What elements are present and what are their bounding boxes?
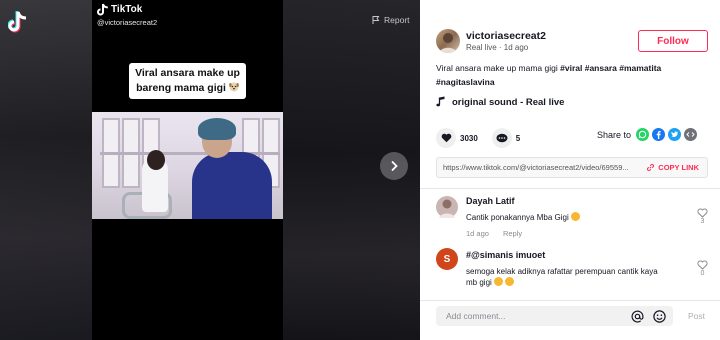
music-note-icon (436, 96, 445, 107)
facebook-icon (656, 131, 661, 139)
comment-count: 5 (515, 133, 521, 143)
comment-like-button[interactable]: 0 (697, 260, 708, 277)
avatar-photo-icon (439, 33, 457, 53)
share-link-url[interactable]: https://www.tiktok.com/@victoriasecreat2… (437, 163, 638, 172)
engagement-bar: 3030 5 (436, 128, 534, 148)
code-embed-icon (686, 132, 695, 137)
mention-button[interactable] (629, 308, 645, 324)
hashtag-link[interactable]: #ansara (585, 63, 617, 73)
comment-composer (436, 306, 673, 326)
reply-button[interactable]: Reply (503, 229, 522, 238)
author-username[interactable]: victoriasecreat2 (466, 30, 546, 42)
follow-button[interactable]: Follow (638, 30, 708, 52)
twitter-bird-icon (671, 131, 679, 138)
comment-like-count: 0 (700, 270, 705, 277)
commenter-name[interactable]: Dayah Latif (466, 196, 515, 206)
commenter-name[interactable]: #@simanis imuoet (466, 250, 545, 260)
heart-icon (441, 133, 451, 143)
twitter-share-button[interactable] (668, 128, 682, 141)
smiley-icon (652, 309, 666, 323)
hashtag-link[interactable]: #nagitaslavina (436, 77, 495, 87)
heart-eyes-emoji-icon (493, 277, 503, 286)
link-chain-icon (647, 164, 655, 171)
heart-outline-icon (697, 208, 708, 218)
copy-link-button[interactable]: COPY LINK (638, 163, 707, 172)
chevron-right-icon (391, 160, 398, 172)
section-divider (420, 188, 720, 189)
video-caption: Viral ansara make up bareng mama gigi (129, 63, 246, 99)
author-subtitle: Real live · 1d ago (466, 43, 529, 52)
whatsapp-share-button[interactable] (636, 128, 650, 141)
puppy-emoji-icon (229, 82, 239, 92)
details-panel: victoriasecreat2 Real live · 1d ago Foll… (420, 0, 720, 340)
report-button[interactable]: Report (371, 15, 410, 25)
heart-eyes-emoji-icon (504, 277, 514, 286)
next-video-button[interactable] (380, 152, 408, 180)
comment-like-button[interactable]: 3 (697, 208, 708, 225)
share-link-box: https://www.tiktok.com/@victoriasecreat2… (436, 157, 708, 178)
like-count: 3030 (460, 133, 478, 143)
comment-time: 1d ago (466, 229, 489, 238)
whatsapp-icon (638, 130, 647, 139)
tiktok-watermark-icon (97, 3, 108, 16)
heart-outline-icon (697, 260, 708, 270)
video-frame[interactable] (92, 112, 283, 219)
flag-icon (372, 16, 380, 24)
comment-text: Cantik ponakannya Mba Gigi (466, 212, 686, 223)
tiktok-watermark-text: TikTok (111, 4, 143, 15)
hashtag-link[interactable]: #mamatita (619, 63, 661, 73)
add-comment-input[interactable] (436, 311, 629, 321)
commenter-avatar[interactable]: S (436, 248, 458, 270)
comment-button[interactable] (491, 128, 512, 148)
post-comment-button[interactable]: Post (688, 311, 705, 321)
share-label: Share to (597, 129, 632, 140)
comment-item: Dayah Latif Cantik ponakannya Mba Gigi 1… (436, 196, 714, 240)
facebook-share-button[interactable] (652, 128, 666, 141)
avatar-photo-icon (439, 199, 455, 218)
comment-text: semoga kelak adiknya rafattar perempuan … (466, 267, 658, 287)
post-description: Viral ansara make up mama gigi #viral #a… (436, 63, 662, 87)
composer-divider (420, 300, 720, 301)
video-area: Viral ansara make up bareng mama gigi Ti… (0, 0, 420, 340)
blurred-background-left (0, 0, 92, 340)
comment-like-count: 3 (700, 218, 705, 225)
woman-figure (192, 152, 272, 219)
comment-dots-icon (496, 133, 508, 143)
sound-link[interactable]: original sound - Real live (436, 96, 564, 108)
hashtag-link[interactable]: #viral (560, 63, 582, 73)
like-button[interactable] (436, 128, 456, 148)
share-bar: Share to (597, 128, 698, 141)
emoji-button[interactable] (651, 308, 667, 324)
author-avatar[interactable] (436, 29, 460, 53)
watermark-username: @victoriasecreat2 (97, 18, 158, 27)
heart-eyes-emoji-icon (570, 212, 580, 221)
commenter-avatar[interactable] (436, 196, 458, 218)
at-sign-icon (631, 310, 643, 323)
embed-share-button[interactable] (684, 128, 698, 141)
comment-item: S #@simanis imuoet semoga kelak adiknya … (436, 248, 714, 294)
tiktok-logo-icon[interactable] (8, 10, 30, 36)
tiktok-video-page: Viral ansara make up bareng mama gigi Ti… (0, 0, 720, 340)
comment-meta: 1d ago Reply (466, 229, 522, 238)
